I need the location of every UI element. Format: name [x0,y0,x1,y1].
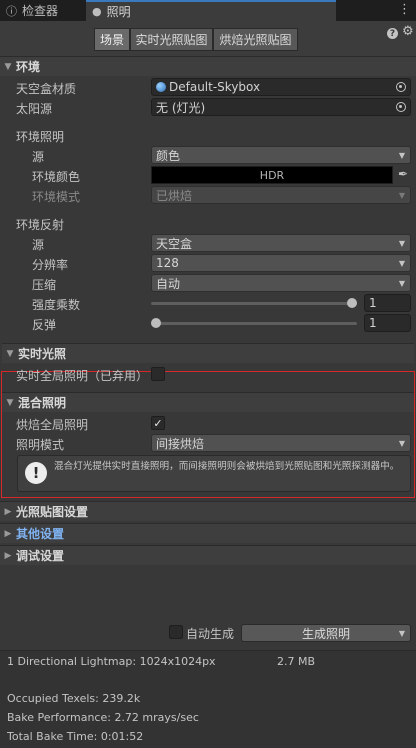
realtime-gi-checkbox[interactable] [151,367,165,381]
mode-button-scene[interactable]: 场景 [94,28,130,51]
environment-reflections-heading: 环境反射 [16,218,65,232]
intensity-slider-handle[interactable] [347,298,357,308]
tab-lighting-label: 照明 [106,5,131,19]
generate-lighting-label: 生成照明 [301,626,350,641]
lighting-source-label: 源 [32,150,45,164]
collapsed-triangle-icon: ▶ [4,550,12,561]
skybox-field[interactable]: Default-Skybox [151,78,411,96]
chevron-down-icon: ▼ [398,258,405,268]
expand-triangle-icon: ▼ [4,61,12,72]
auto-generate-checkbox[interactable] [169,625,183,639]
environment-lighting-heading: 环境照明 [16,130,65,144]
environment-mode-dropdown: 已烘焙 ▼ [151,186,411,204]
section-environment[interactable]: ▼ 环境 [0,56,416,76]
auto-generate-label: 自动生成 [186,627,235,641]
eyedropper-icon[interactable]: ✒ [398,167,408,181]
section-title: 调试设置 [16,549,65,563]
checkmark-icon: ✓ [153,416,163,430]
collapsed-triangle-icon: ▶ [4,528,12,539]
reflection-source-label: 源 [32,238,45,252]
chevron-down-icon: ▼ [398,278,405,288]
section-mixed-lighting[interactable]: ▼ 混合照明 [2,392,414,412]
chevron-down-icon: ▼ [398,238,405,248]
sun-source-label: 太阳源 [16,102,53,116]
lighting-mode-label: 照明模式 [16,438,65,452]
chevron-down-icon: ▼ [398,150,405,160]
chevron-down-icon: ▼ [398,190,405,200]
reflection-source-dropdown[interactable]: 天空盒 ▼ [151,234,411,252]
section-lightmapping-settings[interactable]: ▶ 光照贴图设置 [0,501,416,521]
resolution-dropdown[interactable]: 128 ▼ [151,254,411,272]
baked-gi-checkbox[interactable]: ✓ [151,416,165,430]
bounces-number-field[interactable]: 1 [364,314,411,332]
expand-triangle-icon: ▼ [6,397,14,408]
chevron-down-icon[interactable]: ▼ [399,629,405,638]
section-title: 实时光照 [18,347,67,361]
reflection-source-value: 天空盒 [156,236,193,251]
environment-mode-value: 已烘焙 [156,188,193,203]
skybox-label: 天空盒材质 [16,82,77,96]
tab-inspector-label: 检查器 [22,4,59,18]
resolution-label: 分辨率 [32,258,69,272]
intensity-multiplier-label: 强度乘数 [32,298,81,312]
sun-source-value: 无 (灯光) [156,100,206,115]
section-realtime-lighting[interactable]: ▼ 实时光照 [2,343,414,363]
tab-inspector[interactable]: ⓘ 检查器 [0,0,86,21]
tab-lighting[interactable]: ● 照明 [86,0,336,21]
bake-performance: Bake Performance: 2.72 mrays/sec [7,711,199,724]
ambient-color-label: 环境颜色 [32,170,81,184]
section-other-settings[interactable]: ▶ 其他设置 [0,523,416,543]
info-icon: ⓘ [6,4,17,18]
bounces-slider-handle[interactable] [151,318,161,328]
intensity-number-field[interactable]: 1 [364,294,411,312]
section-title: 光照贴图设置 [16,505,89,519]
skybox-value: Default-Skybox [169,80,261,94]
compression-dropdown[interactable]: 自动 ▼ [151,274,411,292]
ambient-color-swatch[interactable]: HDR [151,166,393,184]
help-box: ! 混合灯光提供实时直接照明，而间接照明则会被烘焙到光照贴图和光照探测器中。 [17,455,411,492]
environment-mode-label: 环境模式 [32,190,81,204]
compression-label: 压缩 [32,278,57,292]
kebab-menu-icon[interactable]: ⋮ [398,2,411,17]
lighting-mode-dropdown[interactable]: 间接烘焙 ▼ [151,434,411,452]
chevron-down-icon: ▼ [398,438,405,448]
sun-source-field[interactable]: 无 (灯光) [151,98,411,116]
skybox-material-icon [156,82,166,92]
lightmap-size: 2.7 MB [277,655,316,668]
occupied-texels: Occupied Texels: 239.2k [7,692,141,705]
expand-triangle-icon: ▼ [6,348,14,359]
section-title: 其他设置 [16,527,65,541]
lighting-source-dropdown[interactable]: 颜色 ▼ [151,146,411,164]
help-icon[interactable]: ? [387,28,398,39]
lighting-mode-value: 间接烘焙 [156,436,205,451]
baked-gi-label: 烘焙全局照明 [16,418,89,432]
lightbulb-icon: ● [92,5,102,18]
lightmap-info: 1 Directional Lightmap: 1024x1024px [7,655,216,668]
section-debug-settings[interactable]: ▶ 调试设置 [0,545,416,565]
info-icon: ! [25,462,47,484]
object-picker-icon[interactable] [396,82,406,92]
object-picker-icon[interactable] [396,102,406,112]
lighting-source-value: 颜色 [156,148,181,163]
realtime-gi-label: 实时全局照明（已弃用） [16,369,149,383]
resolution-value: 128 [156,256,179,270]
section-title: 环境 [16,60,41,74]
section-title: 混合照明 [18,396,67,410]
compression-value: 自动 [156,276,181,291]
mode-button-realtime-lightmaps[interactable]: 实时光照贴图 [130,28,213,51]
total-bake-time: Total Bake Time: 0:01:52 [7,730,144,743]
collapsed-triangle-icon: ▶ [4,506,12,517]
intensity-slider-track[interactable] [151,302,357,305]
mode-button-baked-lightmaps[interactable]: 烘焙光照贴图 [213,28,298,51]
bounces-label: 反弹 [32,318,57,332]
generate-lighting-button[interactable]: 生成照明 ▼ [241,624,411,642]
gear-icon[interactable]: ⚙ [402,24,414,39]
bounces-slider-track[interactable] [151,322,357,325]
help-text: 混合灯光提供实时直接照明，而间接照明则会被烘焙到光照贴图和光照探测器中。 [54,461,400,472]
